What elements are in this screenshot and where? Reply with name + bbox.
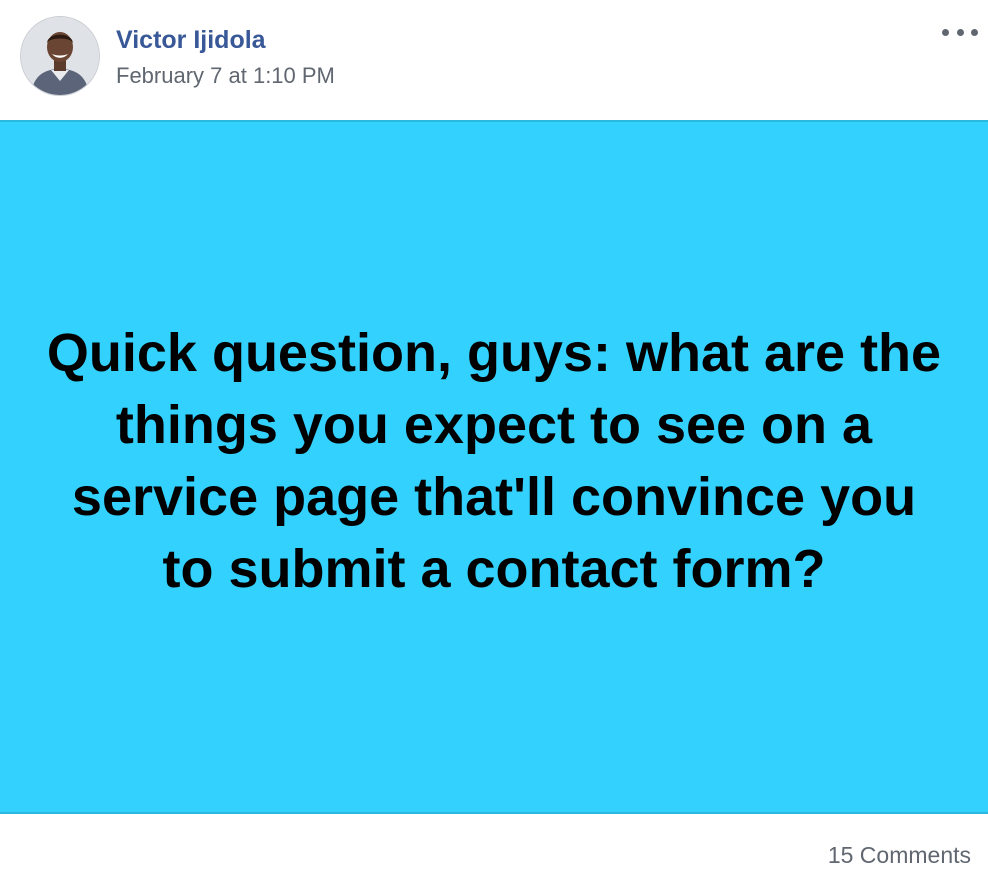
more-options-icon (942, 28, 949, 36)
post-content-background: Quick question, guys: what are the thing… (0, 120, 988, 814)
post-header: Victor Ijidola February 7 at 1:10 PM (0, 0, 988, 120)
comments-count-link[interactable]: 15 Comments (828, 842, 971, 869)
facebook-post: Victor Ijidola February 7 at 1:10 PM Qui… (0, 0, 988, 892)
more-options-dot (956, 28, 964, 36)
post-timestamp[interactable]: February 7 at 1:10 PM (116, 62, 335, 90)
more-options-button[interactable] (942, 20, 978, 44)
profile-photo-icon (21, 17, 99, 95)
author-avatar[interactable] (20, 16, 100, 96)
author-name[interactable]: Victor Ijidola (116, 24, 266, 56)
more-options-dot (971, 28, 978, 36)
post-footer: 15 Comments (0, 814, 988, 892)
post-text: Quick question, guys: what are the thing… (46, 323, 942, 599)
